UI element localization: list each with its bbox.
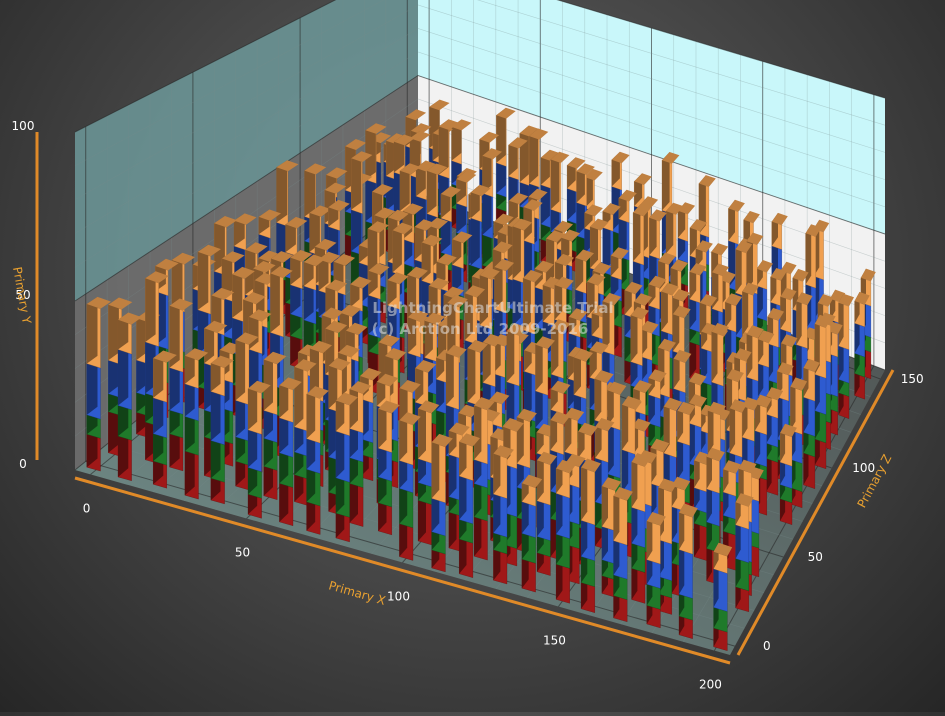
x-tick-label: 0 — [83, 501, 91, 515]
x-tick-label: 200 — [699, 678, 722, 692]
x-axis-title: Primary X — [327, 578, 387, 608]
x-tick-label: 100 — [387, 590, 410, 604]
watermark-line1: LightningChartUltimate Trial — [372, 299, 613, 317]
y-tick-label: 100 — [12, 119, 35, 133]
z-tick-label: 50 — [808, 550, 823, 564]
chart-3d: 0 50 100 150 200 0 50 100 150 0 50 100 Primary X Prim… — [0, 0, 945, 712]
z-tick-label: 0 — [763, 639, 771, 653]
x-tick-label: 50 — [235, 545, 250, 559]
bar-segment-side — [145, 271, 156, 342]
x-tick-label: 150 — [543, 634, 566, 648]
watermark-line2: (c) Arction Ltd 2009-2016 — [372, 320, 589, 338]
z-tick-label: 150 — [901, 372, 924, 386]
y-tick-label: 0 — [19, 457, 27, 471]
chart-svg: 050100150200050100150050100Primary XPrim… — [10, 0, 924, 692]
